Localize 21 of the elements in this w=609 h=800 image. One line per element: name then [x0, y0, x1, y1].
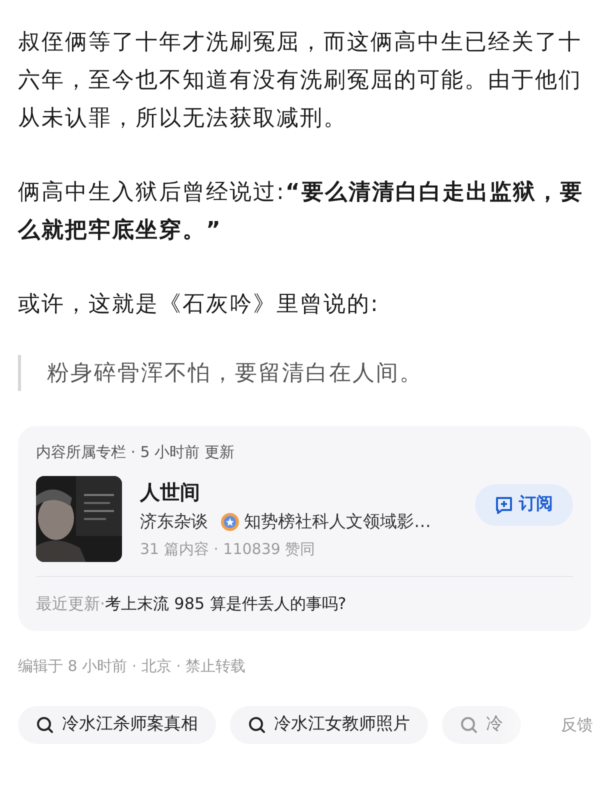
separator-dot: · [100, 593, 106, 615]
subscribe-button[interactable]: 订阅 [475, 484, 573, 526]
badge-icon [220, 512, 240, 532]
quote-text: 粉身碎骨浑不怕，要留清白在人间。 [47, 360, 423, 388]
search-icon [460, 716, 478, 734]
paragraph: 叔侄俩等了十年才洗刷冤屈，而这俩高中生已经关了十六年，至今也不知道有没有洗刷冤屈的可能。由于他们从未认罪，所以无法获取减刑。 [18, 29, 583, 133]
latest-label: 最近更新 [36, 593, 100, 615]
author-name[interactable]: 济东杂谈 [140, 509, 208, 535]
search-suggestion-chip[interactable]: 冷水江女教师照片 [230, 706, 428, 744]
search-icon [36, 716, 54, 734]
subscribe-icon [495, 496, 513, 514]
card-header: 内容所属专栏 · 5 小时前 更新 [36, 442, 236, 463]
paragraph: 俩高中生入狱后曾经说过:“要么清清白白走出监狱，要么就把牢底坐穿。” [18, 179, 584, 245]
column-stats: 31 篇内容 · 110839 赞同 [140, 539, 316, 560]
edit-meta: 编辑于 8 小时前 · 北京 · 禁止转载 [18, 656, 247, 677]
badge-text: 知势榜社科人文领域影… [244, 511, 431, 534]
paragraph: 或许，这就是《石灰吟》里曾说的: [18, 291, 380, 319]
column-title[interactable]: 人世间 [140, 477, 475, 507]
search-icon [248, 716, 266, 734]
latest-article-link[interactable]: 考上末流 985 算是件丢人的事吗? [105, 591, 346, 617]
search-suggestion-chip[interactable]: 冷水江杀师案真相 [18, 706, 216, 744]
